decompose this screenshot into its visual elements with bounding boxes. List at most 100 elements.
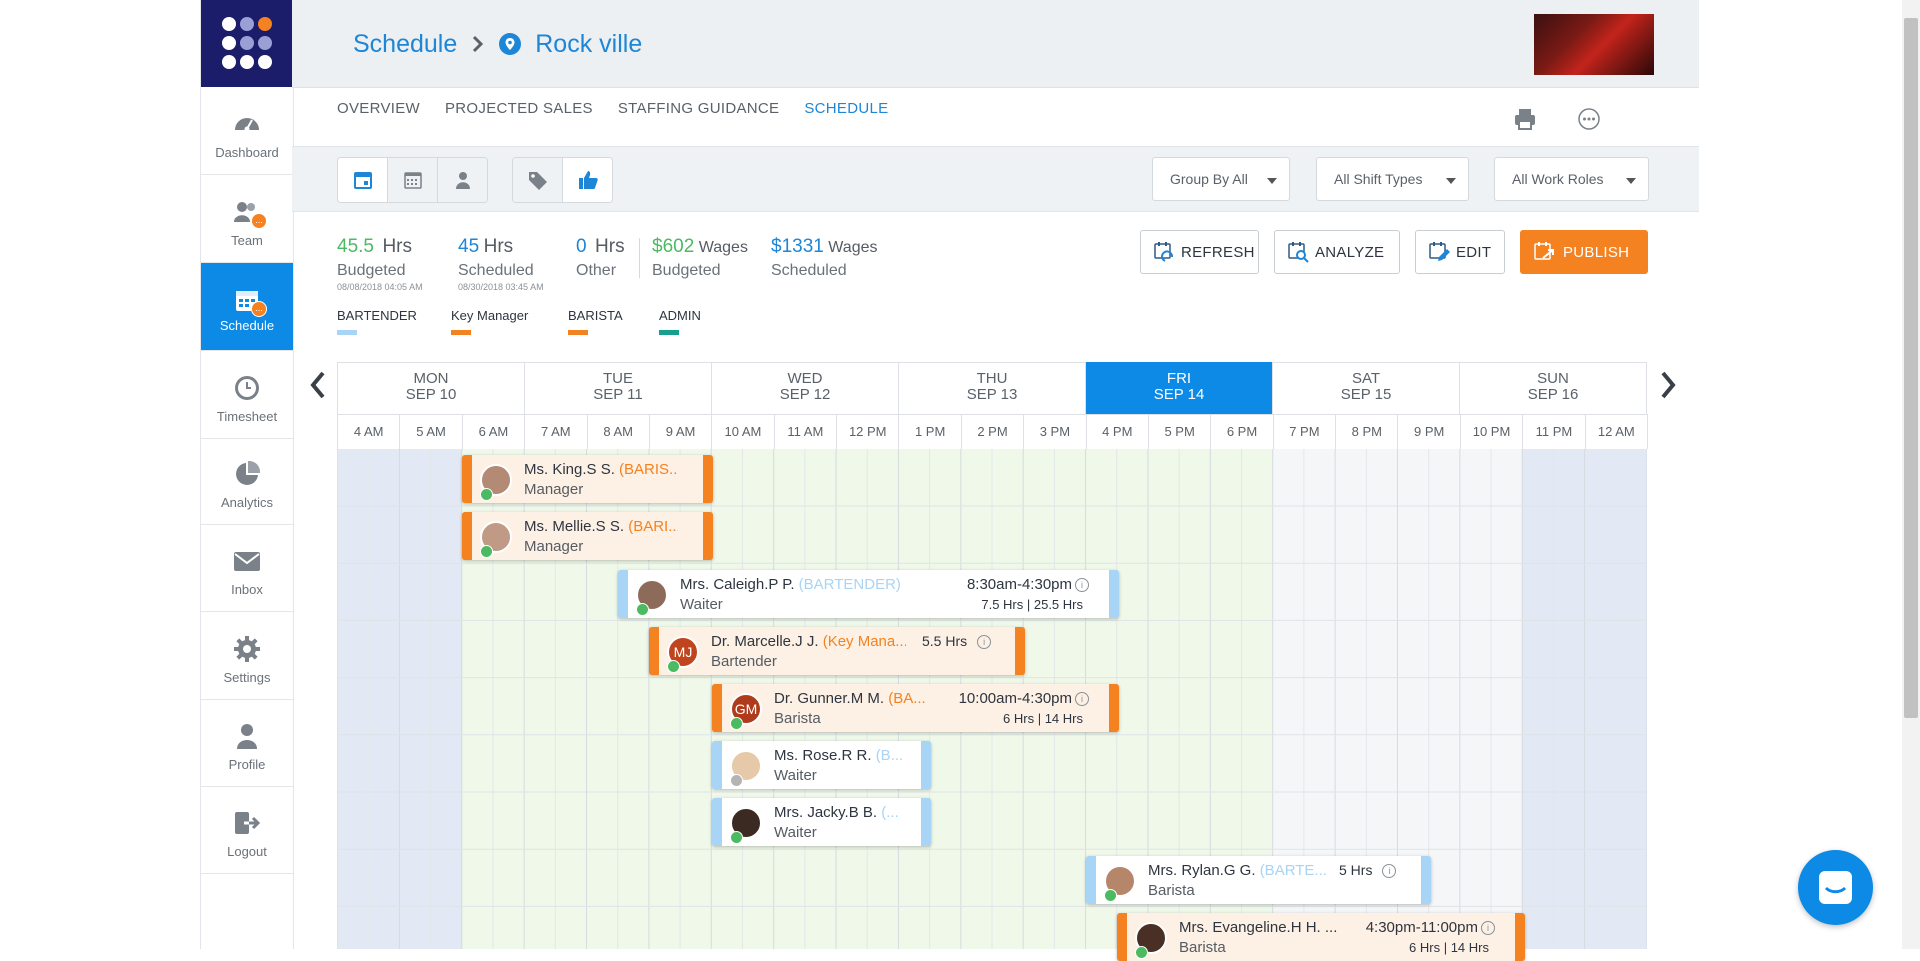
- day-header-fri[interactable]: FRI SEP 14: [1086, 362, 1273, 414]
- budgeted-hours-unit: Hrs: [382, 236, 412, 257]
- day-header-tue[interactable]: TUE SEP 11: [525, 362, 712, 414]
- person-icon: [455, 172, 470, 189]
- sidebar-item-profile[interactable]: Profile: [201, 699, 293, 787]
- status-dot: [1104, 889, 1117, 902]
- day-view-button[interactable]: [338, 158, 388, 202]
- sidebar-item-analytics[interactable]: Analytics: [201, 437, 293, 525]
- chat-launcher-button[interactable]: [1798, 850, 1873, 925]
- sidebar-item-label: Schedule: [219, 318, 275, 333]
- day-header-thu[interactable]: THU SEP 13: [899, 362, 1086, 414]
- day-header-wed[interactable]: WED SEP 12: [712, 362, 899, 414]
- hour-label: 8 PM: [1336, 414, 1399, 449]
- refresh-label: REFRESH: [1181, 243, 1255, 261]
- stat-other-hours: 0 Hrs Other: [576, 236, 625, 280]
- wages-budgeted-unit: Wages: [698, 239, 748, 256]
- legend-admin: ADMIN: [659, 308, 701, 335]
- group-by-dropdown[interactable]: Group By All: [1152, 157, 1290, 201]
- tab-overview[interactable]: OVERVIEW: [337, 100, 420, 117]
- status-dot: [1135, 946, 1148, 959]
- dashboard-icon: [235, 118, 259, 132]
- shift-card[interactable]: Mrs. Evangeline.H H. ... Barista 4:30pm-…: [1117, 913, 1525, 961]
- app-logo[interactable]: [201, 0, 293, 87]
- sidebar-item-logout[interactable]: Logout: [201, 786, 293, 874]
- sidebar-item-schedule[interactable]: ... Schedule: [201, 263, 293, 351]
- shift-card[interactable]: Ms. Mellie.S S. (BARI... Manager: [462, 512, 713, 560]
- shift-card[interactable]: MJ Dr. Marcelle.J J. (Key Mana... Barten…: [649, 627, 1025, 675]
- sidebar-item-settings[interactable]: Settings: [201, 612, 293, 700]
- schedule-tabs: OVERVIEW PROJECTED SALES STAFFING GUIDAN…: [337, 100, 888, 117]
- shift-card[interactable]: GM Dr. Gunner.M M. (BA... Barista 10:00a…: [712, 684, 1119, 732]
- sidebar-item-team[interactable]: ... Team: [201, 175, 293, 263]
- budgeted-hours-label: Budgeted: [337, 262, 406, 279]
- chevron-down-icon: [1267, 178, 1277, 184]
- legend-key-manager: Key Manager: [451, 308, 528, 335]
- hour-label: 11 AM: [775, 414, 838, 449]
- shift-card[interactable]: Mrs. Rylan.G G. (BARTE... Barista 5 Hrs i: [1086, 856, 1431, 904]
- tags-button[interactable]: [513, 158, 563, 202]
- day-name: MON: [413, 370, 449, 387]
- wages-budgeted-value: $602: [652, 236, 695, 257]
- print-icon[interactable]: [1513, 107, 1537, 131]
- legend-swatch: [451, 330, 471, 335]
- shift-types-dropdown[interactable]: All Shift Types: [1316, 157, 1469, 201]
- publish-label: PUBLISH: [1563, 243, 1630, 261]
- more-options-icon[interactable]: [1577, 107, 1601, 131]
- info-icon: i: [977, 635, 992, 649]
- status-dot: [730, 831, 743, 844]
- scheduled-timestamp: 08/30/2018 03:45 AM: [458, 282, 544, 292]
- tab-schedule[interactable]: SCHEDULE: [804, 100, 888, 117]
- shift-role: Bartender: [711, 653, 777, 670]
- sidebar-item-dashboard[interactable]: Dashboard: [201, 87, 293, 175]
- edit-button[interactable]: EDIT: [1415, 230, 1505, 274]
- sidebar-item-inbox[interactable]: Inbox: [201, 524, 293, 612]
- shift-employee-name: Mrs. Evangeline.H H. ...: [1179, 919, 1338, 936]
- stat-wages-scheduled: $1331 Wages Scheduled: [771, 236, 878, 280]
- logout-icon: [235, 812, 261, 834]
- sidebar-item-label: Dashboard: [215, 145, 279, 160]
- publish-button[interactable]: PUBLISH: [1520, 230, 1648, 274]
- stat-budgeted-hours: 45.5 Hrs Budgeted 08/08/2018 04:05 AM: [337, 236, 423, 292]
- shift-employee-name: Ms. King.S S. (BARIS...: [524, 461, 678, 478]
- info-icon: i: [1481, 921, 1495, 935]
- shift-card[interactable]: Mrs. Caleigh.P P. (BARTENDER) Waiter 8:3…: [618, 570, 1119, 618]
- tab-staffing-guidance[interactable]: STAFFING GUIDANCE: [618, 100, 780, 117]
- shift-card[interactable]: Mrs. Jacky.B B. (... Waiter: [712, 798, 931, 846]
- clock-icon: [235, 376, 259, 400]
- day-header-sat[interactable]: SAT SEP 15: [1273, 362, 1460, 414]
- calendar-refresh-icon: [1154, 242, 1173, 262]
- schedule-toolbar: Group By All All Shift Types All Work Ro…: [292, 146, 1699, 212]
- scrollbar-thumb[interactable]: [1904, 18, 1918, 718]
- refresh-button[interactable]: REFRESH: [1140, 230, 1259, 274]
- day-header-mon[interactable]: MON SEP 10: [338, 362, 525, 414]
- shift-employee-name: Mrs. Jacky.B B. (...: [774, 804, 899, 821]
- week-view-button[interactable]: [388, 158, 438, 202]
- analyze-button[interactable]: ANALYZE: [1274, 230, 1400, 274]
- hour-label: 9 PM: [1398, 414, 1461, 449]
- day-date: SEP 15: [1340, 386, 1392, 403]
- gear-icon: [234, 636, 260, 662]
- legend-swatch: [337, 330, 357, 335]
- breadcrumb-location[interactable]: Rock ville: [535, 30, 642, 59]
- calendar-search-icon: [1288, 242, 1309, 263]
- approve-button[interactable]: [563, 158, 612, 202]
- status-dot: [480, 545, 493, 558]
- prev-week-arrow[interactable]: [306, 368, 330, 402]
- shift-card[interactable]: Ms. King.S S. (BARIS... Manager: [462, 455, 713, 503]
- scheduled-hours-label: Scheduled: [458, 262, 534, 279]
- employee-view-button[interactable]: [438, 158, 487, 202]
- shift-employee-name: Dr. Gunner.M M. (BA...: [774, 690, 926, 707]
- tab-projected-sales[interactable]: PROJECTED SALES: [445, 100, 593, 117]
- stat-wages-budgeted: $602 Wages Budgeted: [652, 236, 748, 280]
- day-header-sun[interactable]: SUN SEP 16: [1460, 362, 1647, 414]
- breadcrumb-schedule[interactable]: Schedule: [353, 30, 457, 59]
- next-week-arrow[interactable]: [1656, 368, 1680, 402]
- tag-icon: [528, 172, 547, 190]
- status-dot: [636, 603, 649, 616]
- sidebar-item-label: Analytics: [220, 495, 274, 510]
- work-roles-dropdown[interactable]: All Work Roles: [1494, 157, 1649, 201]
- shift-hours: 6 Hrs | 14 Hrs: [1003, 711, 1083, 726]
- hour-label: 10 AM: [712, 414, 775, 449]
- shift-card[interactable]: Ms. Rose.R R. (B... Waiter: [712, 741, 931, 789]
- calendar-week-icon: [403, 172, 422, 189]
- sidebar-item-timesheet[interactable]: Timesheet: [201, 351, 293, 439]
